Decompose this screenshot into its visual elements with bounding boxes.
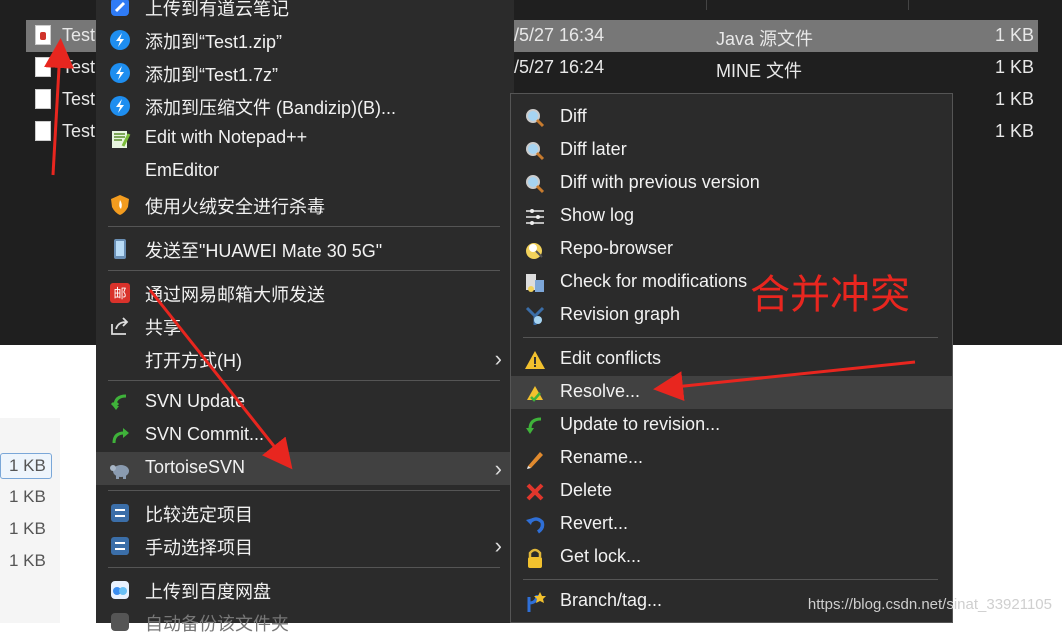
arrow-to-file: [44, 38, 74, 176]
arrow-to-tortoisesvn: [148, 289, 293, 470]
annotation-text: 合并冲突: [750, 272, 910, 318]
watermark: https://blog.csdn.net/sinat_33921105: [807, 596, 1052, 613]
arrow-to-resolve: [653, 360, 916, 402]
